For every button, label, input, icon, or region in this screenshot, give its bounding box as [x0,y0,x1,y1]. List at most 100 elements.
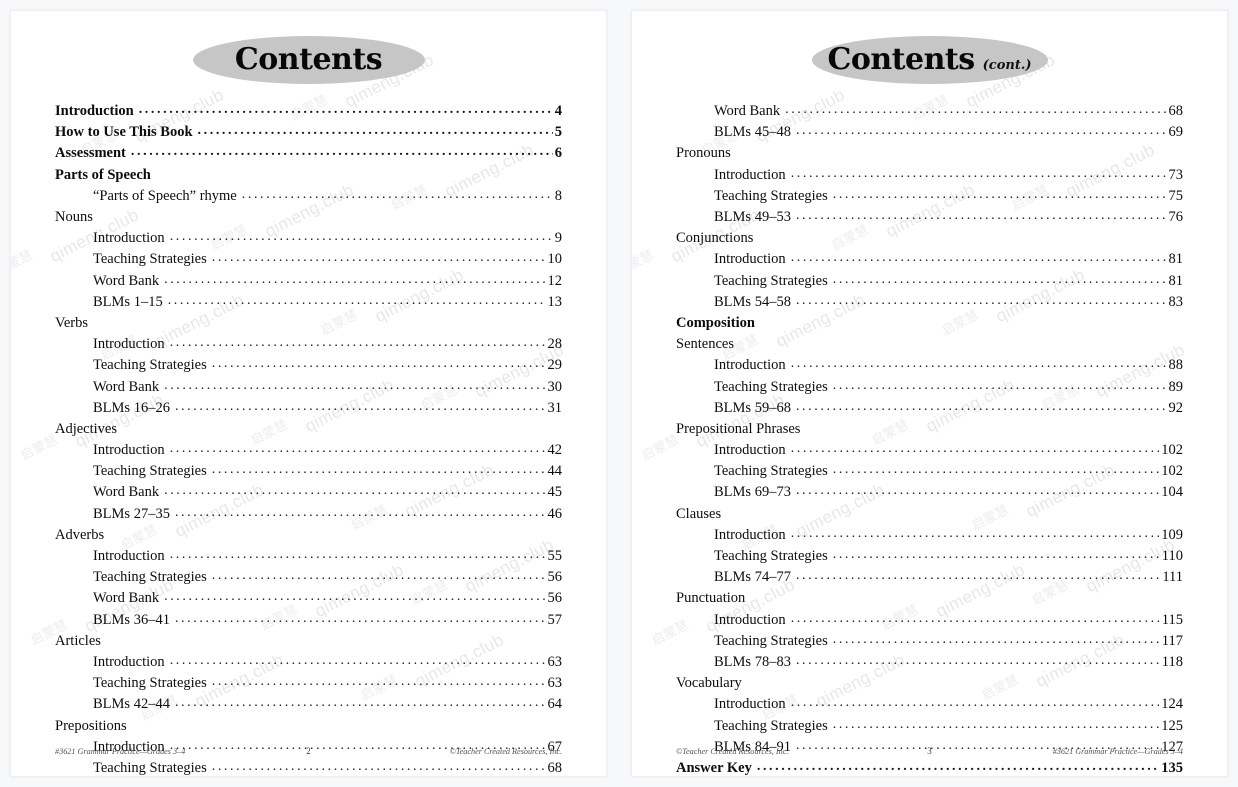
toc-entry-label: Adjectives [55,420,118,437]
toc-entry[interactable]: Pronouns................................… [676,143,1183,164]
toc-entry[interactable]: Introduction............................… [55,546,562,567]
toc-entry[interactable]: BLMs 78–83..............................… [676,652,1183,673]
toc-leader-dots: ........................................… [832,548,1160,563]
footer-right-text: #3621 Grammar Practice—Grades 3–4 [1052,746,1183,756]
left-page: qimeng.club 启蒙慧 qimeng.club 启蒙慧 qimeng.club 启… [10,10,607,777]
toc-entry[interactable]: Introduction............................… [676,355,1183,376]
toc-entry[interactable]: Prepositions............................… [55,715,562,736]
toc-entry-page-number: 28 [547,336,563,353]
watermark-cjk-text: 启蒙慧 [632,246,656,278]
toc-entry[interactable]: Teaching Strategies.....................… [55,673,562,694]
toc-entry[interactable]: BLMs 27–35..............................… [55,504,562,525]
toc-entry[interactable]: Teaching Strategies.....................… [676,631,1183,652]
toc-leader-dots: ........................................… [197,124,553,139]
toc-leader-dots: ........................................… [169,548,546,563]
toc-entry-label: Assessment [55,145,126,162]
toc-entry[interactable]: Word Bank...............................… [55,482,562,503]
toc-entry[interactable]: Introduction............................… [55,652,562,673]
toc-entry[interactable]: Teaching Strategies.....................… [676,271,1183,292]
toc-entry[interactable]: How to Use This Book....................… [55,122,562,143]
toc-entry-label: Introduction [93,548,165,565]
toc-entry[interactable]: Vocabulary..............................… [676,673,1183,694]
toc-entry-page-number: 89 [1168,378,1184,395]
toc-entry[interactable]: BLMs 42–44..............................… [55,694,562,715]
toc-entry-page-number: 45 [547,484,563,501]
page-title-text: Contents [234,42,383,77]
toc-entry[interactable]: BLMs 69–73..............................… [676,482,1183,503]
toc-entry-label: Teaching Strategies [93,357,207,374]
toc-entry-label: Teaching Strategies [93,759,207,776]
toc-leader-dots: ........................................… [169,336,546,351]
toc-entry[interactable]: BLMs 1–15...............................… [55,292,562,313]
toc-entry[interactable]: Assessment..............................… [55,143,562,164]
toc-entry[interactable]: Adjectives..............................… [55,419,562,440]
toc-entry[interactable]: Teaching Strategies.....................… [55,249,562,270]
toc-entry[interactable]: “Parts of Speech” rhyme.................… [55,186,562,207]
toc-entry[interactable]: Teaching Strategies.....................… [676,546,1183,567]
toc-entry[interactable]: Verbs...................................… [55,313,562,334]
toc-entry[interactable]: Punctuation.............................… [676,588,1183,609]
toc-entry[interactable]: Introduction............................… [676,694,1183,715]
toc-entry[interactable]: BLMs 16–26..............................… [55,398,562,419]
toc-entry[interactable]: Introduction............................… [55,440,562,461]
footer-page-number: 2 [306,746,311,756]
toc-entry[interactable]: Teaching Strategies.....................… [55,461,562,482]
toc-leader-dots: ........................................… [795,399,1167,414]
toc-entry[interactable]: Prepositional Phrases...................… [676,419,1183,440]
toc-entry[interactable]: Teaching Strategies.....................… [676,376,1183,397]
toc-entry[interactable]: Teaching Strategies.....................… [676,461,1183,482]
toc-entry[interactable]: Teaching Strategies.....................… [55,567,562,588]
toc-entry[interactable]: Introduction............................… [676,440,1183,461]
toc-entry-label: Answer Key [676,759,752,776]
toc-entry-label: Introduction [714,357,786,374]
toc-entry-label: BLMs 49–53 [714,209,791,226]
toc-entry[interactable]: Introduction............................… [55,334,562,355]
toc-entry[interactable]: Word Bank...............................… [55,271,562,292]
toc-entry[interactable]: BLMs 59–68..............................… [676,398,1183,419]
toc-entry-label: Pronouns [676,145,731,162]
toc-entry[interactable]: BLMs 54–58..............................… [676,292,1183,313]
toc-entry[interactable]: Word Bank...............................… [55,588,562,609]
toc-entry[interactable]: Introduction............................… [55,228,562,249]
toc-leader-dots: ........................................… [211,251,546,266]
toc-entry[interactable]: Articles................................… [55,631,562,652]
toc-entry[interactable]: Teaching Strategies.....................… [676,186,1183,207]
toc-entry[interactable]: Nouns...................................… [55,207,562,228]
toc-entry-label: Word Bank [93,378,160,395]
footer-left-text: #3621 Grammar Practice—Grades 3–4 [55,746,186,756]
toc-entry-page-number: 68 [1168,103,1184,120]
toc-entry[interactable]: Teaching Strategies.....................… [676,715,1183,736]
page-title-text: Contents [827,42,975,77]
toc-entry[interactable]: Clauses.................................… [676,504,1183,525]
toc-entry-page-number: 9 [554,230,562,247]
toc-entry[interactable]: Conjunctions............................… [676,228,1183,249]
toc-entry[interactable]: Teaching Strategies.....................… [55,758,562,776]
toc-entry[interactable]: Introduction............................… [676,165,1183,186]
toc-entry[interactable]: Composition.............................… [676,313,1183,334]
toc-entry-label: Prepositions [55,717,127,734]
toc-entry[interactable]: Sentences...............................… [676,334,1183,355]
toc-leader-dots: ........................................… [164,272,545,287]
toc-entry[interactable]: Word Bank...............................… [55,376,562,397]
toc-entry[interactable]: Word Bank...............................… [676,101,1183,122]
toc-entry[interactable]: Introduction............................… [676,610,1183,631]
toc-entry-label: BLMs 54–58 [714,293,791,310]
toc-leader-dots: ........................................… [785,103,1166,118]
toc-entry[interactable]: Teaching Strategies.....................… [55,355,562,376]
toc-entry-label: Word Bank [93,272,160,289]
toc-entry-label: Conjunctions [676,230,754,247]
toc-entry-page-number: 102 [1161,442,1183,459]
toc-entry[interactable]: BLMs 74–77..............................… [676,567,1183,588]
toc-entry-page-number: 115 [1161,611,1183,628]
toc-entry-label: BLMs 74–77 [714,569,791,586]
toc-entry[interactable]: Introduction............................… [676,249,1183,270]
toc-entry[interactable]: Introduction............................… [55,101,562,122]
toc-entry-label: Teaching Strategies [714,632,828,649]
toc-entry[interactable]: BLMs 45–48..............................… [676,122,1183,143]
toc-entry[interactable]: BLMs 49–53..............................… [676,207,1183,228]
toc-entry[interactable]: Parts of Speech.........................… [55,165,562,186]
toc-entry[interactable]: Introduction............................… [676,525,1183,546]
toc-entry[interactable]: Adverbs.................................… [55,525,562,546]
toc-entry[interactable]: BLMs 36–41..............................… [55,610,562,631]
toc-entry[interactable]: Answer Key..............................… [676,758,1183,776]
